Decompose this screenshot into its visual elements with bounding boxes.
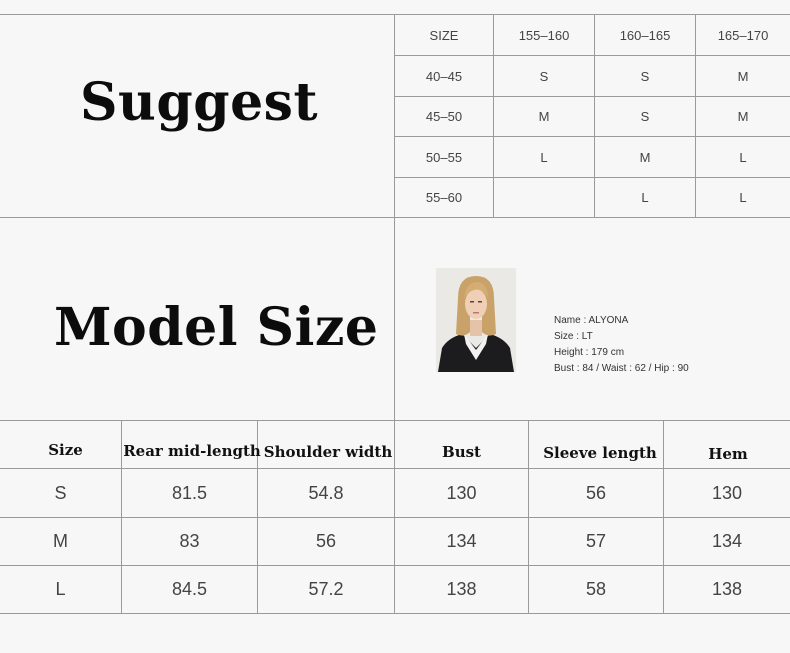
table-cell: 55–60 <box>425 190 463 205</box>
table-header-cell: Shoulder width <box>263 443 393 461</box>
table-cell: S <box>640 68 650 84</box>
model-photo-image <box>436 268 516 372</box>
section-divider <box>0 217 790 218</box>
table-header-cell: Size <box>48 441 83 459</box>
table-cell: M <box>53 531 68 551</box>
table-cell: L <box>641 190 649 205</box>
model-info: Name : ALYONA Size : LT Height : 179 cm … <box>554 313 689 377</box>
model-measurements: Bust : 84 / Waist : 62 / Hip : 90 <box>554 363 689 374</box>
table-cell: 130 <box>446 482 477 503</box>
model-photo <box>436 268 516 372</box>
section-divider <box>0 420 790 421</box>
suggest-title: Suggest <box>80 72 318 133</box>
table-cell: 57.2 <box>308 579 344 599</box>
table-cell: L <box>739 149 747 165</box>
table-header-cell: Hem <box>708 445 748 463</box>
table-cell: S <box>539 68 549 84</box>
table-cell: L <box>540 149 548 165</box>
model-size-title: Model Size <box>54 297 379 358</box>
table-cell: 138 <box>711 579 743 599</box>
table-header-cell: 160–165 <box>619 27 671 43</box>
table-cell: 54.8 <box>308 482 344 503</box>
table-cell: M <box>737 68 749 84</box>
table-cell: L <box>739 190 747 205</box>
table-cell: 56 <box>315 531 337 551</box>
model-size: Size : LT <box>554 331 593 342</box>
table-header-cell: Sleeve length <box>543 444 657 462</box>
table-cell: M <box>639 149 651 165</box>
table-header-cell: Bust <box>442 443 481 461</box>
table-cell <box>494 178 594 217</box>
table-cell: 57 <box>585 531 607 551</box>
table-cell: 134 <box>711 531 743 551</box>
table-cell: M <box>538 109 550 124</box>
table-cell: L <box>55 579 66 599</box>
model-height: Height : 179 cm <box>554 347 625 358</box>
table-cell: 81.5 <box>171 482 208 503</box>
table-cell: 138 <box>446 579 477 599</box>
table-header-cell: SIZE <box>429 27 459 43</box>
model-name: Name : ALYONA <box>554 315 629 326</box>
table-cell: M <box>737 109 749 124</box>
table-cell: S <box>54 482 67 503</box>
table-header-cell: 165–170 <box>717 27 769 43</box>
table-cell: 50–55 <box>425 149 463 165</box>
table-cell: 134 <box>446 531 477 551</box>
table-cell: S <box>640 109 650 124</box>
bottom-border <box>0 613 790 614</box>
table-cell: 56 <box>585 482 607 503</box>
table-cell: 58 <box>585 579 607 599</box>
table-header-cell: 155–160 <box>518 27 570 43</box>
table-cell: 45–50 <box>425 109 463 124</box>
table-cell: 84.5 <box>171 579 208 599</box>
table-header-cell: Rear mid-length <box>123 442 261 460</box>
table-cell: 83 <box>179 531 200 551</box>
table-cell: 130 <box>711 482 743 503</box>
table-cell: 40–45 <box>425 68 463 84</box>
